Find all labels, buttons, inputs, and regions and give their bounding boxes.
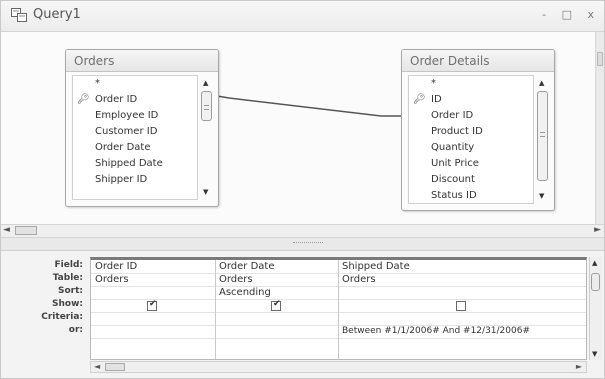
field-item[interactable]: Discount <box>409 172 533 188</box>
arrow-down-icon[interactable]: ▼ <box>539 192 544 200</box>
arrow-right-icon[interactable]: ► <box>594 225 601 235</box>
pane-splitter[interactable] <box>1 238 604 251</box>
field-item[interactable]: Shipped Date <box>73 156 197 172</box>
field-cell[interactable]: Order Date <box>219 261 275 272</box>
diagram-horizontal-scrollbar[interactable]: ◄ ► <box>1 224 604 238</box>
field-item[interactable]: Status ID <box>409 188 533 203</box>
row-label: Table: <box>52 273 83 283</box>
table-cell[interactable]: Orders <box>219 274 253 285</box>
field-item[interactable]: Shipper ID <box>73 172 197 188</box>
field-item[interactable]: 🔑︎ ID <box>409 92 533 108</box>
field-item[interactable]: * <box>73 76 197 92</box>
query-window-icon <box>11 8 27 22</box>
row-label: Show: <box>52 299 83 309</box>
scroll-thumb[interactable] <box>105 363 125 371</box>
scroll-thumb[interactable] <box>15 226 37 235</box>
scroll-thumb[interactable] <box>537 91 548 181</box>
design-grid-pane: Field: Table: Sort: Show: Criteria: or: … <box>1 251 604 378</box>
field-item[interactable]: Customer ID <box>73 124 197 140</box>
table-title[interactable]: Orders <box>66 50 218 72</box>
show-checkbox[interactable]: ✔ <box>271 299 281 311</box>
check-icon: ✔ <box>273 299 281 309</box>
arrow-up-icon[interactable]: ▲ <box>539 79 544 87</box>
grid-column[interactable]: Order ID Orders ✔ <box>91 260 216 359</box>
field-list-scrollbar[interactable]: ▲ ▼ <box>536 75 550 204</box>
arrow-down-icon[interactable]: ▼ <box>203 188 208 196</box>
primary-key-icon: 🔑︎ <box>77 94 90 105</box>
row-label: Field: <box>54 260 83 270</box>
field-list-scrollbar[interactable]: ▲ ▼ <box>200 75 214 200</box>
primary-key-icon: 🔑︎ <box>413 94 426 105</box>
arrow-left-icon[interactable]: ◄ <box>94 362 100 371</box>
row-label: Criteria: <box>41 312 83 322</box>
table-title[interactable]: Order Details <box>402 50 554 72</box>
query-window: Query1 - □ x Orders * 🔑︎ Order ID Employe… <box>0 0 605 379</box>
scroll-thumb[interactable] <box>597 52 603 66</box>
field-item[interactable]: Quantity <box>409 140 533 156</box>
show-checkbox[interactable] <box>456 301 466 311</box>
query-design-grid[interactable]: Order ID Orders ✔ Order Date Orders Asce… <box>90 257 587 360</box>
grid-row-labels: Field: Table: Sort: Show: Criteria: or: <box>1 259 87 337</box>
scroll-thumb[interactable] <box>591 273 600 291</box>
table-diagram-pane[interactable]: Orders * 🔑︎ Order ID Employee ID Customer… <box>1 32 597 224</box>
window-title: Query1 <box>33 7 81 22</box>
row-label: or: <box>68 325 83 335</box>
field-item[interactable]: 🔑︎ Order ID <box>73 92 197 108</box>
criteria-cell[interactable]: Between #1/1/2006# And #12/31/2006# <box>342 326 530 336</box>
field-item[interactable]: Unit Price <box>409 156 533 172</box>
diagram-vertical-scrollbar[interactable] <box>595 32 604 224</box>
grid-vertical-scrollbar[interactable]: ▲ ▼ <box>589 257 602 360</box>
field-cell[interactable]: Shipped Date <box>342 261 410 272</box>
grid-column[interactable]: Order Date Orders Ascending ✔ <box>215 260 339 359</box>
arrow-up-icon[interactable]: ▲ <box>203 79 208 87</box>
order-details-table[interactable]: Order Details * 🔑︎ ID Order ID Product ID… <box>401 49 555 211</box>
field-item[interactable]: Order Date <box>73 140 197 156</box>
row-label: Sort: <box>57 286 83 296</box>
check-icon: ✔ <box>149 299 157 309</box>
arrow-left-icon[interactable]: ◄ <box>3 225 10 235</box>
field-item[interactable]: Product ID <box>409 124 533 140</box>
splitter-grip[interactable] <box>293 242 323 245</box>
field-item[interactable]: * <box>409 76 533 92</box>
title-bar: Query1 - □ x <box>1 1 604 32</box>
scroll-thumb[interactable] <box>201 91 212 121</box>
window-controls[interactable]: - □ x <box>542 8 600 21</box>
field-cell[interactable]: Order ID <box>95 261 137 272</box>
field-list[interactable]: * 🔑︎ Order ID Employee ID Customer ID Ord… <box>72 75 198 200</box>
grid-horizontal-scrollbar[interactable]: ◄ ► <box>90 361 587 373</box>
arrow-down-icon[interactable]: ▼ <box>592 350 597 358</box>
table-cell[interactable]: Orders <box>95 274 129 285</box>
sort-cell[interactable]: Ascending <box>219 287 271 298</box>
arrow-right-icon[interactable]: ► <box>576 362 582 371</box>
field-list[interactable]: * 🔑︎ ID Order ID Product ID Quantity Unit… <box>408 75 534 204</box>
grid-column[interactable]: Shipped Date Orders Between #1/1/2006# A… <box>338 260 586 359</box>
show-checkbox[interactable]: ✔ <box>147 299 157 311</box>
table-cell[interactable]: Orders <box>342 274 376 285</box>
field-item[interactable]: Employee ID <box>73 108 197 124</box>
orders-table[interactable]: Orders * 🔑︎ Order ID Employee ID Customer… <box>65 49 219 207</box>
field-item[interactable]: Order ID <box>409 108 533 124</box>
arrow-up-icon[interactable]: ▲ <box>592 259 597 267</box>
